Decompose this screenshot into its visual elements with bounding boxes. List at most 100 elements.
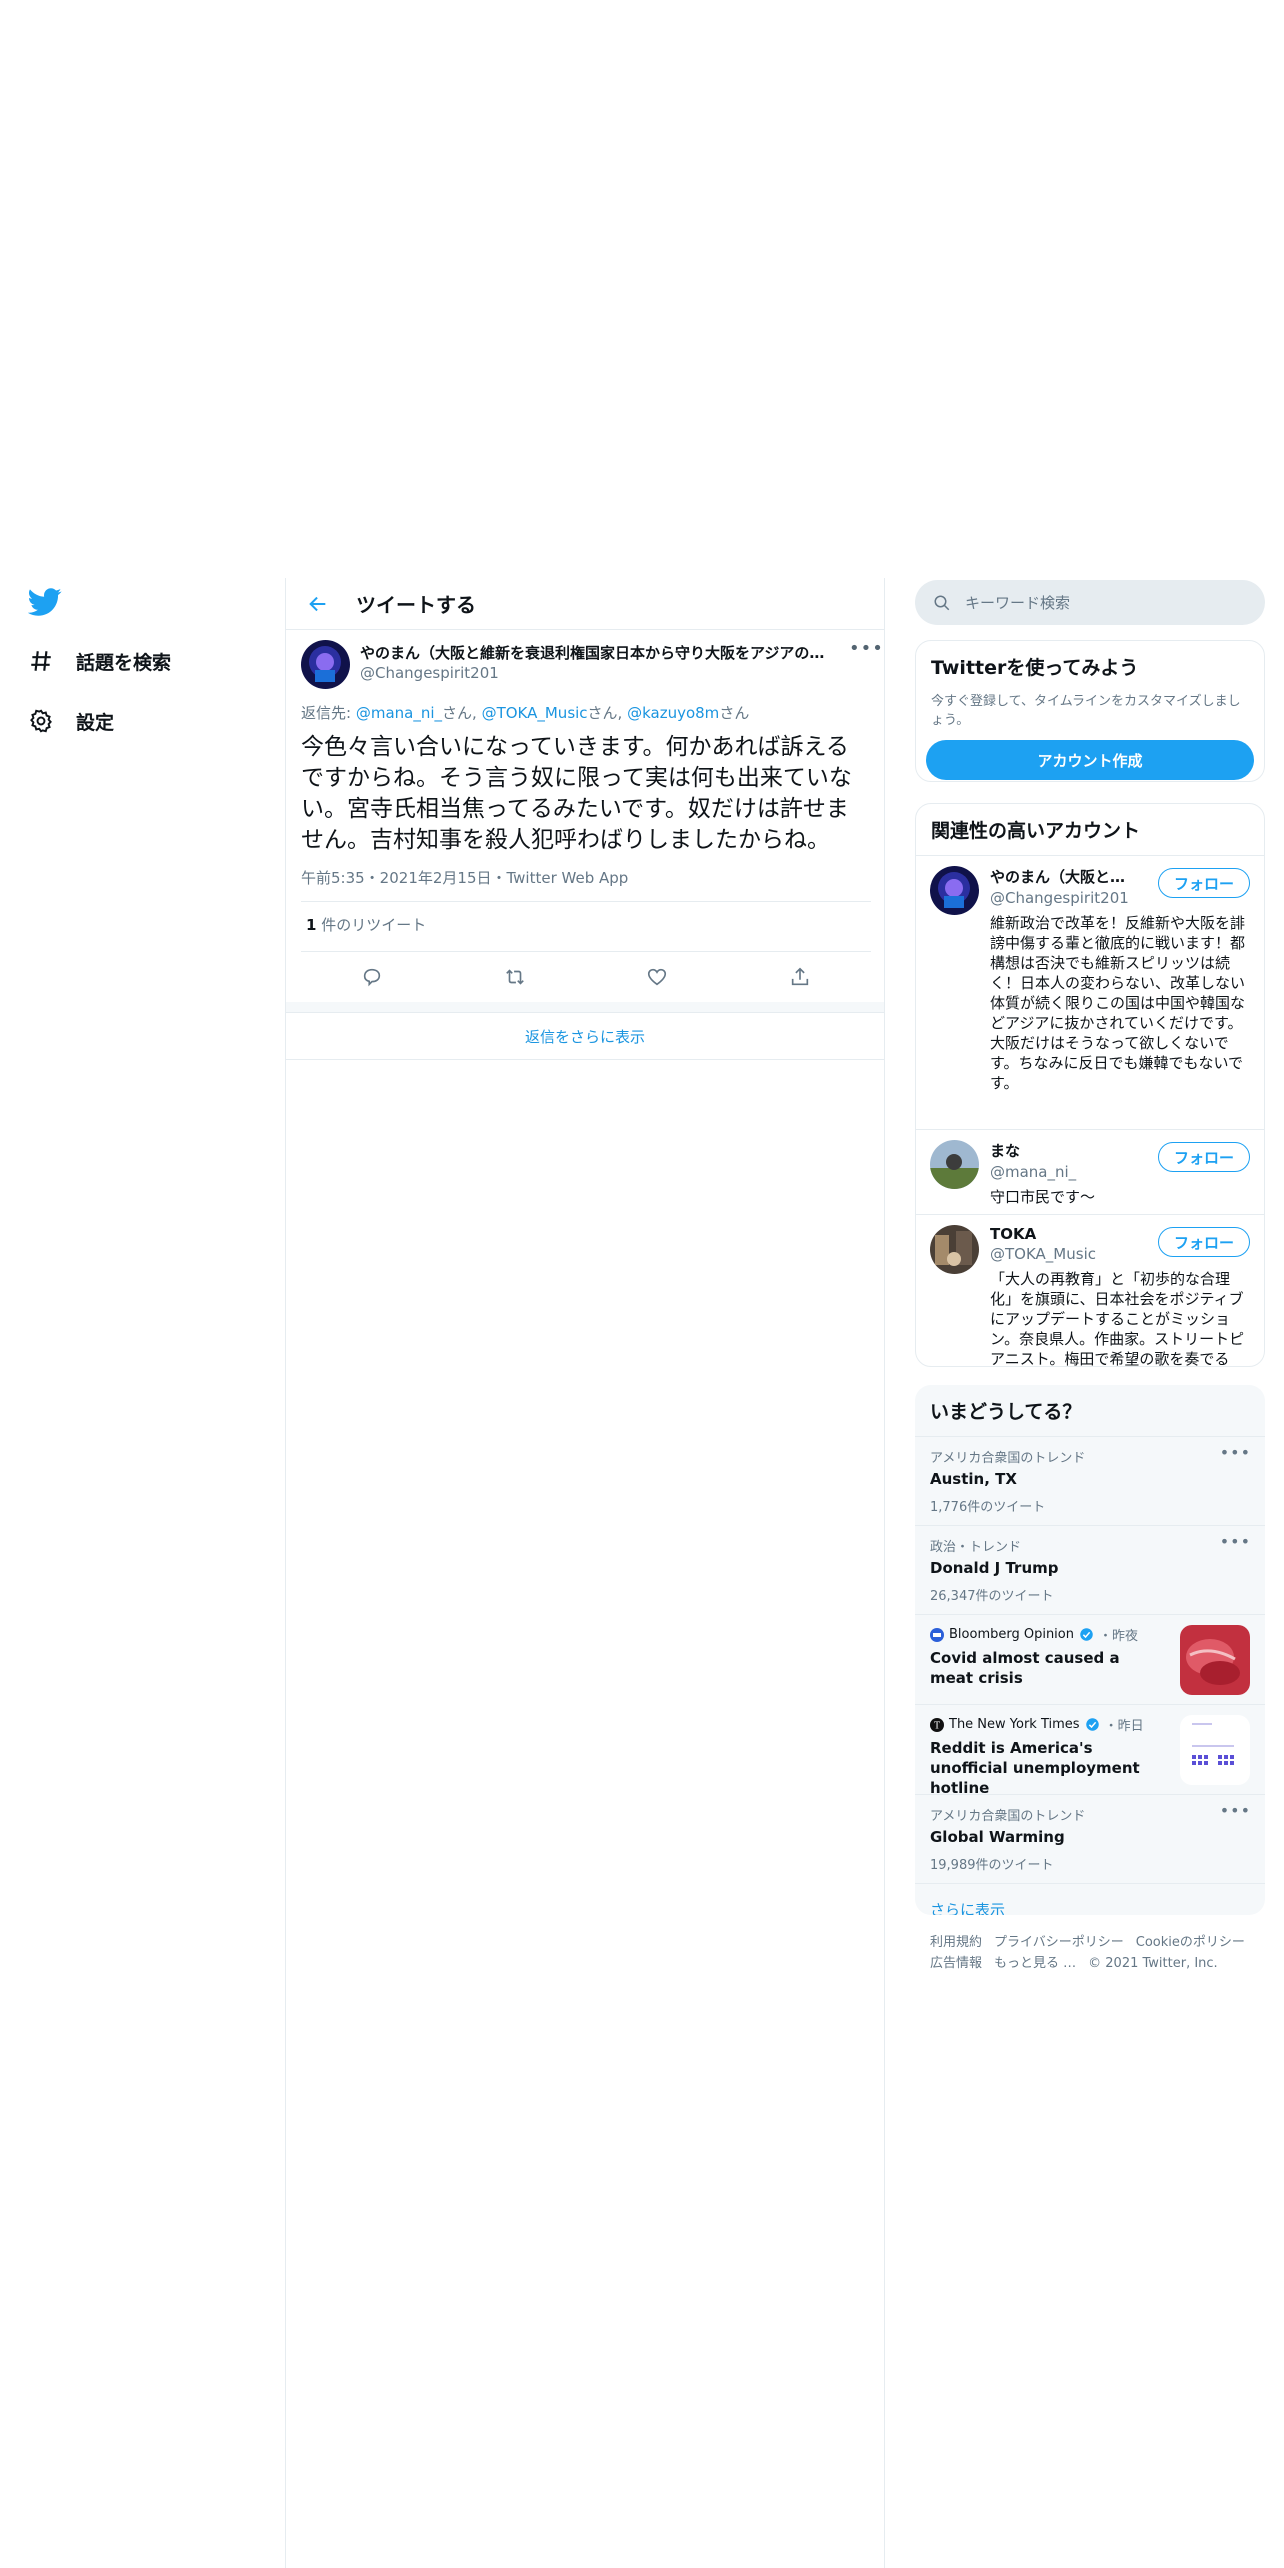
twitter-logo-icon[interactable] bbox=[28, 585, 62, 619]
back-button[interactable] bbox=[300, 586, 336, 622]
trend-item[interactable]: 政治・トレンド Donald J Trump 26,347件のツイート ••• bbox=[915, 1525, 1265, 1614]
footer-copyright: © 2021 Twitter, Inc. bbox=[1088, 1956, 1218, 1971]
back-arrow-icon bbox=[309, 596, 326, 611]
news-time: ・昨夜 bbox=[1099, 1629, 1139, 1644]
divider bbox=[301, 901, 871, 902]
trend-more-icon[interactable]: ••• bbox=[1220, 1801, 1251, 1820]
account-avatar[interactable] bbox=[930, 1225, 979, 1274]
reply-to-mention[interactable]: @TOKA_Music bbox=[482, 704, 588, 722]
signup-card: Twitterを使ってみよう 今すぐ登録して、タイムラインをカスタマイズしましょ… bbox=[915, 640, 1265, 782]
tweet-author-name[interactable]: やのまん（大阪と維新を衰退利権国家日本から守り大阪をアジアの… bbox=[360, 642, 830, 663]
trend-context: アメリカ合衆国のトレンド bbox=[930, 1809, 1086, 1824]
tweet-more-icon[interactable]: ••• bbox=[849, 638, 884, 659]
trend-more-icon[interactable]: ••• bbox=[1220, 1532, 1251, 1551]
footer-link[interactable]: プライバシーポリシー bbox=[994, 1935, 1124, 1950]
hashtag-icon bbox=[31, 651, 51, 671]
tweet-actions bbox=[301, 957, 871, 997]
main-column-left-border bbox=[285, 578, 286, 2568]
retweet-icon[interactable] bbox=[504, 966, 526, 988]
tweet-author-avatar[interactable] bbox=[301, 640, 350, 689]
reply-to-prefix: 返信先: bbox=[301, 704, 356, 722]
nav-explore-label: 話題を検索 bbox=[76, 651, 172, 674]
news-item[interactable]: T The New York Times ・昨日 Reddit is Ameri… bbox=[915, 1704, 1265, 1797]
main-header: ツイートする bbox=[286, 578, 884, 630]
nav-settings-label: 設定 bbox=[76, 711, 115, 734]
reply-to-mention[interactable]: @mana_ni_ bbox=[356, 704, 442, 722]
trend-context: 政治・トレンド bbox=[930, 1540, 1022, 1555]
reply-to-mention[interactable]: @kazuyo8m bbox=[627, 704, 719, 722]
nyt-logo-icon: T bbox=[930, 1717, 944, 1732]
news-title: Reddit is America's unofficial unemploym… bbox=[930, 1739, 1140, 1797]
news-item[interactable]: Bloomberg Opinion ・昨夜 Covid almost cause… bbox=[915, 1614, 1265, 1704]
verified-badge-icon bbox=[1085, 1718, 1099, 1731]
account-bio: 維新政治で改革を！反維新や大阪を誹謗中傷する輩と徹底的に戦います！都構想は否決で… bbox=[990, 914, 1246, 1092]
show-more-replies-link[interactable]: 返信をさらに表示 bbox=[286, 1012, 884, 1060]
reply-to-suffix: さん bbox=[719, 704, 750, 722]
svg-text:T: T bbox=[934, 1720, 940, 1731]
signup-title: Twitterを使ってみよう bbox=[931, 657, 1139, 679]
account-avatar[interactable] bbox=[930, 866, 979, 915]
footer-link[interactable]: Cookieのポリシー bbox=[1136, 1935, 1245, 1950]
like-heart-icon[interactable] bbox=[646, 966, 668, 988]
related-accounts-card: 関連性の高いアカウント やのまん（大阪と維新を衰退利権国家日本から守り… @Ch… bbox=[915, 803, 1265, 1367]
avatar-image bbox=[930, 1225, 979, 1274]
trend-count: 19,989件のツイート bbox=[930, 1858, 1054, 1873]
chart-grid-image bbox=[1180, 1715, 1250, 1785]
trend-item[interactable]: アメリカ合衆国のトレンド Global Warming 19,989件のツイート… bbox=[915, 1794, 1265, 1883]
retweet-count: 1 bbox=[306, 916, 317, 934]
related-account[interactable]: TOKA @TOKA_Music 「大人の再教育」と「初歩的な合理化」を旗頭に、… bbox=[916, 1214, 1264, 1366]
related-account[interactable]: まな @mana_ni_ 守口市民です〜 フォロー bbox=[916, 1129, 1264, 1214]
trends-card: いまどうしてる？ アメリカ合衆国のトレンド Austin, TX 1,776件の… bbox=[915, 1385, 1265, 1915]
trend-name: Global Warming bbox=[930, 1828, 1065, 1846]
news-thumbnail bbox=[1180, 1715, 1250, 1785]
related-title: 関連性の高いアカウント bbox=[931, 820, 1141, 842]
account-name[interactable]: やのまん（大阪と維新を衰退利権国家日本から守り… bbox=[990, 866, 1140, 887]
trend-count: 26,347件のツイート bbox=[930, 1589, 1054, 1604]
bloomberg-logo-icon bbox=[930, 1627, 944, 1642]
avatar-image bbox=[930, 1140, 979, 1189]
search-box[interactable]: キーワード検索 bbox=[915, 580, 1265, 625]
divider bbox=[301, 951, 871, 952]
trends-title: いまどうしてる？ bbox=[930, 1401, 1082, 1423]
footer-link[interactable]: もっと見る … bbox=[994, 1956, 1076, 1971]
reply-icon[interactable] bbox=[361, 966, 383, 988]
account-name[interactable]: TOKA bbox=[990, 1225, 1140, 1243]
footer-link[interactable]: 利用規約 bbox=[930, 1935, 982, 1950]
tweet-author-handle[interactable]: @Changespirit201 bbox=[360, 664, 499, 682]
page-title: ツイートする bbox=[356, 593, 476, 617]
create-account-button[interactable]: アカウント作成 bbox=[926, 740, 1254, 780]
reply-to-suffix: さん, bbox=[442, 704, 482, 722]
trend-name: Donald J Trump bbox=[930, 1559, 1059, 1577]
trend-item[interactable]: アメリカ合衆国のトレンド Austin, TX 1,776件のツイート ••• bbox=[915, 1436, 1265, 1525]
account-avatar[interactable] bbox=[930, 1140, 979, 1189]
gear-icon bbox=[30, 709, 52, 733]
related-account[interactable]: やのまん（大阪と維新を衰退利権国家日本から守り… @Changespirit20… bbox=[916, 855, 1264, 1129]
trend-name: Austin, TX bbox=[930, 1470, 1017, 1488]
reply-to-line: 返信先: @mana_ni_さん, @TOKA_Musicさん, @kazuyo… bbox=[301, 702, 749, 723]
tweet-timestamp[interactable]: 午前5:35・2021年2月15日・Twitter Web App bbox=[301, 867, 628, 888]
retweet-count-link[interactable]: 1 件のリツイート bbox=[306, 914, 426, 935]
follow-button[interactable]: フォロー bbox=[1158, 868, 1250, 898]
news-thumbnail bbox=[1180, 1625, 1250, 1695]
section-separator bbox=[286, 1002, 884, 1012]
trend-count: 1,776件のツイート bbox=[930, 1500, 1046, 1515]
search-icon bbox=[934, 595, 950, 610]
account-name[interactable]: まな bbox=[990, 1140, 1140, 1161]
news-time: ・昨日 bbox=[1104, 1719, 1144, 1734]
main-column-right-border bbox=[884, 578, 885, 2568]
trends-show-more-link[interactable]: さらに表示 bbox=[915, 1883, 1265, 1915]
nav-explore[interactable]: 話題を検索 bbox=[28, 639, 171, 683]
news-source-name: The New York Times bbox=[949, 1717, 1080, 1732]
search-input[interactable]: キーワード検索 bbox=[965, 592, 1070, 613]
trend-more-icon[interactable]: ••• bbox=[1220, 1443, 1251, 1462]
avatar-image bbox=[301, 640, 350, 689]
reply-to-suffix: さん, bbox=[587, 704, 628, 722]
verified-badge-icon bbox=[1080, 1628, 1093, 1641]
footer-link[interactable]: 広告情報 bbox=[930, 1956, 982, 1971]
news-source-name: Bloomberg Opinion bbox=[949, 1627, 1074, 1642]
nav-settings[interactable]: 設定 bbox=[28, 699, 114, 743]
follow-button[interactable]: フォロー bbox=[1158, 1227, 1250, 1257]
meat-image bbox=[1180, 1625, 1250, 1695]
follow-button[interactable]: フォロー bbox=[1158, 1142, 1250, 1172]
share-icon[interactable] bbox=[789, 966, 811, 988]
